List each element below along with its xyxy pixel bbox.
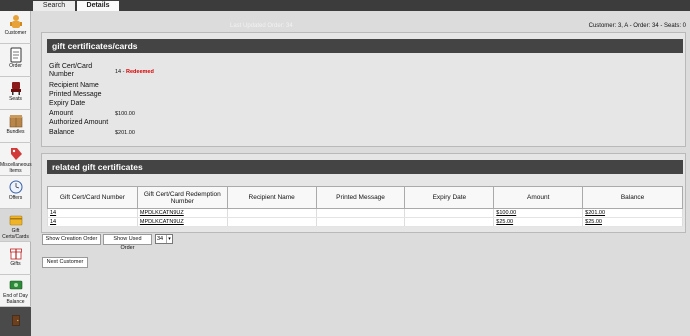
sidebar-item-label: Gift Certs/Cards (2, 228, 29, 240)
column-header: Amount (493, 186, 584, 209)
card-number-link[interactable]: 14 (50, 210, 56, 216)
sidebar-item-label: Seats (9, 96, 22, 102)
column-header: Expiry Date (404, 186, 495, 209)
gift-icon (9, 248, 22, 260)
tag-icon (10, 148, 22, 160)
balance-link[interactable]: $25.00 (585, 219, 602, 225)
order-icon (10, 47, 21, 63)
sidebar-item-label: Offers (8, 195, 23, 201)
label-card-number: Gift Cert/Card Number (49, 63, 93, 78)
balance-link[interactable]: $201.00 (585, 210, 605, 216)
cell-recipient (226, 217, 317, 227)
cell-balance: $201.00 (582, 208, 683, 218)
sidebar-item-label: Bundles (6, 129, 25, 135)
column-header: Recipient Name (226, 186, 317, 209)
sidebar-item-offers[interactable]: Offers (0, 176, 31, 209)
sidebar-bottom (0, 307, 31, 336)
customer-icon (9, 15, 22, 28)
column-header: Gift Cert/Card Number (47, 186, 138, 209)
box-icon (9, 115, 22, 128)
card-number-link[interactable]: 14 (50, 219, 56, 225)
cell-redemption: MPDLKCATN9UZ (136, 217, 228, 227)
value-card-number: 14 - Redeemed (115, 68, 154, 76)
redeemed-status: Redeemed (126, 69, 154, 75)
sidebar-item-gift-certs[interactable]: Gift Certs/Cards (0, 209, 31, 242)
table-header-row: Gift Cert/Card Number Gift Cert/Card Red… (47, 186, 683, 209)
cell-redemption: MPDLKCATN9UZ (136, 208, 228, 218)
show-creation-order-button[interactable]: Show Creation Order (42, 234, 101, 245)
sidebar-item-label: Customer (4, 30, 27, 36)
last-updated-order: Last Updated Order: 34 (230, 23, 293, 29)
label-recipient: Recipient Name (49, 82, 99, 89)
cell-expiry (404, 208, 495, 218)
redemption-number-link[interactable]: MPDLKCATN9UZ (140, 219, 184, 225)
label-balance: Balance (49, 129, 75, 136)
related-gift-table: Gift Cert/Card Number Gift Cert/Card Red… (47, 186, 683, 227)
sidebar-item-bundles[interactable]: Bundles (0, 110, 31, 143)
top-tab-bar: Search Details (0, 0, 690, 11)
column-header: Balance (582, 186, 683, 209)
cell-recipient (226, 208, 317, 218)
sidebar: Customer Order Seats Bundles Miscellaneo… (0, 11, 32, 336)
cell-message (315, 208, 406, 218)
cell-amount: $25.00 (493, 217, 584, 227)
cash-icon (9, 280, 22, 290)
sidebar-item-end-of-day[interactable]: End of Day Balance (0, 275, 31, 307)
door-icon (11, 315, 20, 326)
order-select[interactable]: 34 ▾ (155, 234, 173, 244)
gift-certificate-panel: gift certificates/cards Gift Cert/Card N… (41, 32, 686, 147)
sidebar-item-label: End of Day Balance (3, 293, 28, 305)
sidebar-item-label: Miscellaneous Items (0, 162, 32, 174)
seat-icon (10, 82, 21, 95)
cell-number: 14 (47, 208, 138, 218)
label-expiry: Expiry Date (49, 100, 86, 107)
related-gift-certificates-panel: related gift certificates Gift Cert/Card… (41, 153, 686, 233)
sidebar-item-seats[interactable]: Seats (0, 77, 31, 110)
order-select-value: 34 (157, 236, 164, 242)
panel-title: related gift certificates (47, 160, 683, 174)
show-used-order-button[interactable]: Show Used Order (103, 234, 152, 251)
sidebar-item-label: Gifts (10, 261, 21, 267)
panel-title: gift certificates/cards (47, 39, 683, 53)
tab-search[interactable]: Search (33, 1, 75, 11)
sidebar-item-gifts[interactable]: Gifts (0, 242, 31, 275)
label-amount: Amount (49, 110, 74, 117)
chevron-down-icon: ▾ (166, 235, 172, 243)
column-header: Gift Cert/Card Redemption Number (136, 186, 228, 209)
amount-link[interactable]: $25.00 (496, 219, 513, 225)
customer-order-info: Customer: 3, A - Order: 34 - Seats: 0 (588, 23, 686, 29)
label-message: Printed Message (49, 91, 102, 98)
next-customer-button[interactable]: Next Customer (42, 257, 88, 268)
value-balance: $201.00 (115, 130, 135, 136)
sidebar-item-order[interactable]: Order (0, 44, 31, 77)
gift-card-icon (9, 215, 22, 226)
amount-link[interactable]: $100.00 (496, 210, 516, 216)
sidebar-item-miscellaneous[interactable]: Miscellaneous Items (0, 143, 32, 176)
clock-icon (9, 180, 22, 194)
tab-details[interactable]: Details (77, 1, 119, 11)
table-row: 14 MPDLKCATN9UZ $25.00 $25.00 (47, 217, 683, 227)
redemption-number-link[interactable]: MPDLKCATN9UZ (140, 210, 184, 216)
cell-number: 14 (47, 217, 138, 227)
value-amount: $100.00 (115, 111, 135, 117)
sidebar-item-label: Order (9, 63, 22, 69)
cell-balance: $25.00 (582, 217, 683, 227)
label-authorized: Authorized Amount (49, 119, 109, 126)
cell-message (315, 217, 406, 227)
card-number-text: 14 - (115, 69, 127, 75)
sidebar-item-customer[interactable]: Customer (0, 11, 31, 44)
table-row: 14 MPDLKCATN9UZ $100.00 $201.00 (47, 208, 683, 218)
cell-expiry (404, 217, 495, 227)
cell-amount: $100.00 (493, 208, 584, 218)
column-header: Printed Message (315, 186, 406, 209)
